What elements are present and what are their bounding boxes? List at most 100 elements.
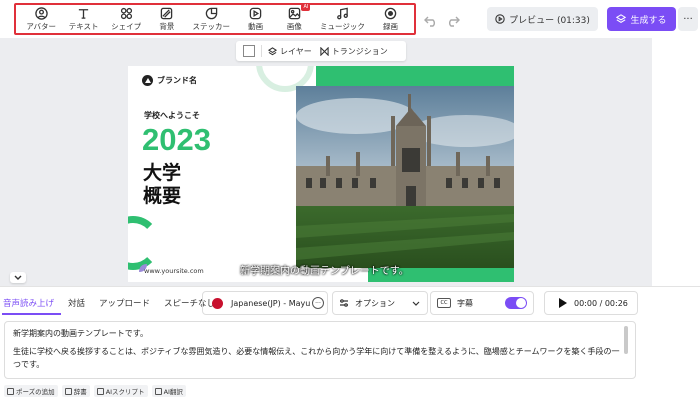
- tab-upload[interactable]: アップロード: [92, 293, 157, 315]
- play-circle-icon: [495, 14, 505, 24]
- tool-video[interactable]: 動画: [243, 5, 269, 33]
- voice-name: Japanese(JP) - Mayu: [231, 298, 311, 308]
- music-icon: [337, 7, 348, 19]
- tool-sticker[interactable]: ステッカー: [192, 5, 231, 33]
- tool-record[interactable]: 録画: [378, 5, 404, 33]
- video-icon: [249, 7, 262, 19]
- tool-avatar[interactable]: アバター: [26, 5, 56, 33]
- divider: [261, 45, 262, 57]
- image-icon: [288, 7, 301, 19]
- tab-text-to-speech[interactable]: 音声読み上げ: [2, 293, 62, 315]
- campus-photo[interactable]: [296, 86, 514, 268]
- dictionary-button[interactable]: 辞書: [61, 385, 90, 397]
- tool-background[interactable]: 背景: [154, 5, 180, 33]
- translate-icon: [154, 387, 162, 395]
- title-line-2[interactable]: 概要: [143, 181, 181, 208]
- layer-label: レイヤー: [280, 46, 312, 56]
- preview-label: プレビュー (01:33): [509, 15, 590, 26]
- tool-label: ステッカー: [192, 21, 231, 31]
- subtitle-toggle[interactable]: [505, 297, 527, 309]
- chevron-down-icon: [412, 301, 420, 306]
- add-pause-button[interactable]: ポーズの追加: [4, 385, 58, 397]
- stack-icon: [616, 14, 627, 23]
- voice-selector[interactable]: Japanese(JP) - Mayu: [202, 291, 328, 315]
- decorative-ring-green: [128, 216, 160, 270]
- japan-flag-icon: [212, 297, 223, 309]
- options-label: オプション: [355, 298, 395, 308]
- tool-label: 録画: [383, 21, 399, 31]
- undo-icon: [424, 16, 435, 27]
- layers-icon: [268, 46, 277, 55]
- more-menu-button[interactable]: ···: [678, 7, 698, 31]
- avatar-icon: [34, 6, 48, 20]
- ai-translate-label: AI翻訳: [163, 388, 183, 396]
- green-accent-bar: [316, 66, 514, 86]
- options-dropdown[interactable]: オプション: [332, 291, 428, 315]
- tool-label: テキスト: [68, 21, 99, 31]
- ai-script-button[interactable]: AIスクリプト: [93, 385, 148, 397]
- sticker-icon: [205, 7, 218, 19]
- right-rail: [652, 38, 700, 286]
- record-icon: [384, 7, 397, 19]
- transition-button[interactable]: トランジション: [320, 46, 388, 57]
- voice-more-button[interactable]: ···: [312, 297, 324, 309]
- transition-label: トランジション: [331, 46, 388, 56]
- tool-label: 背景: [159, 21, 175, 31]
- subtitle-label: 字幕: [457, 298, 473, 308]
- generate-label: 生成する: [630, 15, 667, 26]
- tool-image[interactable]: AI 画像: [281, 4, 311, 33]
- shape-icon: [120, 7, 132, 19]
- tool-label: アバター: [26, 21, 57, 31]
- script-line: 新学期案内の動画テンプレートです。: [13, 329, 148, 338]
- audio-player: 00:00 / 00:26: [544, 291, 638, 315]
- clock-icon: [7, 387, 14, 395]
- tool-label: 動画: [248, 21, 264, 31]
- tool-label: 画像: [286, 21, 302, 31]
- more-dots-icon: ···: [315, 299, 321, 307]
- redo-button[interactable]: [446, 12, 460, 27]
- cc-icon: CC: [437, 298, 451, 308]
- brand-name: ブランド名: [157, 76, 197, 85]
- collapse-panel-button[interactable]: [10, 272, 26, 283]
- subtitle-toggle-box: CC 字幕: [430, 291, 534, 315]
- element-tool-group: アバター テキスト シェイプ 背景 ステッカー 動画 AI 画像 ミュージック …: [14, 3, 416, 35]
- layer-button[interactable]: レイヤー: [268, 46, 312, 57]
- tool-text[interactable]: テキスト: [68, 5, 99, 33]
- text-icon: [78, 8, 89, 19]
- script-scrollbar[interactable]: [624, 326, 628, 354]
- background-color-swatch[interactable]: [243, 45, 255, 57]
- sliders-icon: [340, 299, 348, 307]
- ai-script-icon: [96, 387, 104, 395]
- brand-logo-icon: [142, 75, 153, 86]
- tab-dialogue[interactable]: 対話: [61, 293, 92, 315]
- script-textarea[interactable]: 新学期案内の動画テンプレートです。 生徒に学校へ戻る挨拶することは、ポジティブな…: [4, 321, 636, 379]
- slide-canvas[interactable]: ブランド名 学校へようこそ 2023 大学 概要 www.yoursite.co…: [128, 66, 514, 282]
- subtitle-caption: 新学期案内の動画テンプレートです。: [240, 266, 409, 277]
- tool-shape[interactable]: シェイプ: [111, 5, 141, 33]
- ai-badge: AI: [301, 4, 311, 11]
- redo-icon: [449, 16, 460, 27]
- tool-label: シェイプ: [111, 21, 142, 31]
- canvas-toolbar: レイヤー トランジション: [236, 41, 406, 61]
- website-text[interactable]: www.yoursite.com: [144, 267, 204, 275]
- script-tabs: 音声読み上げ 対話 アップロード スピーチなし: [2, 293, 222, 315]
- dictionary-label: 辞書: [73, 388, 87, 396]
- transition-icon: [320, 46, 329, 56]
- undo-button[interactable]: [424, 12, 438, 27]
- play-icon[interactable]: [559, 298, 567, 308]
- more-icon: ···: [683, 13, 693, 25]
- script-tools: ポーズの追加 辞書 AIスクリプト AI翻訳: [4, 385, 186, 397]
- generate-button[interactable]: 生成する: [607, 7, 676, 31]
- preview-button[interactable]: プレビュー (01:33): [487, 7, 598, 31]
- chevron-down-icon: [14, 275, 22, 280]
- brand[interactable]: ブランド名: [142, 75, 197, 86]
- tool-label: ミュージック: [320, 21, 365, 31]
- welcome-text[interactable]: 学校へようこそ: [144, 110, 200, 121]
- add-pause-label: ポーズの追加: [16, 388, 55, 396]
- year-text[interactable]: 2023: [142, 122, 211, 158]
- background-icon: [161, 7, 173, 19]
- playback-time: 00:00 / 00:26: [574, 298, 628, 308]
- campus-image: [296, 86, 514, 268]
- ai-translate-button[interactable]: AI翻訳: [151, 385, 186, 397]
- tool-music[interactable]: ミュージック: [320, 5, 365, 33]
